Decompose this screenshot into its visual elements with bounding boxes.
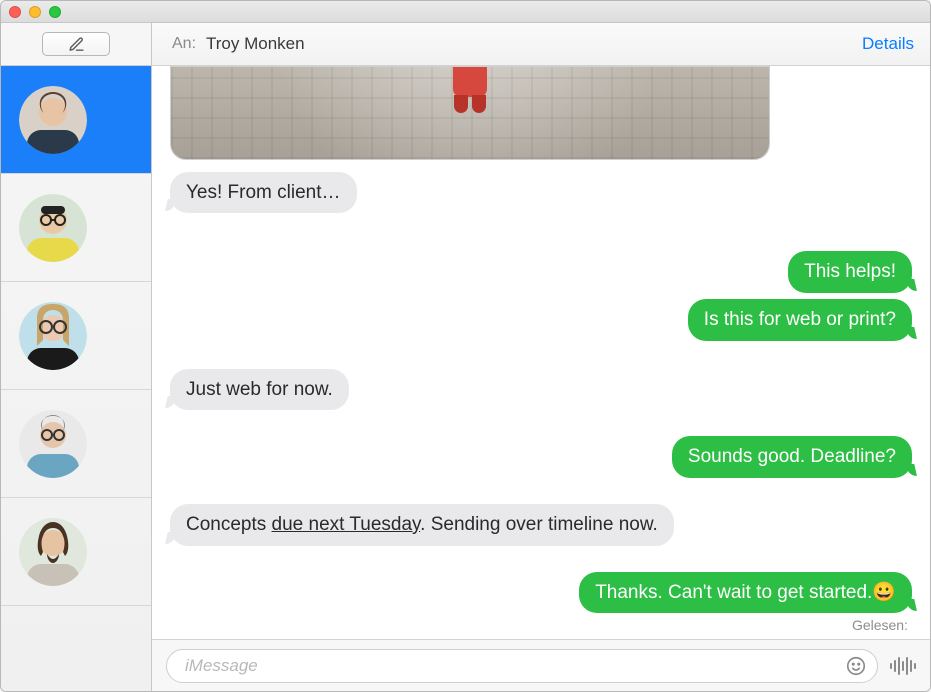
avatar [19,410,87,478]
conversation-list[interactable] [1,66,151,691]
window-body: An: Troy Monken Details Yes! From client… [1,23,930,691]
to-label: An: [172,35,196,53]
image-attachment[interactable] [170,66,770,160]
titlebar[interactable] [1,1,930,23]
message-row: Is this for web or print? [170,299,912,341]
avatar [19,194,87,262]
message-bubble-incoming[interactable]: Just web for now. [170,369,349,411]
message-bubble-outgoing[interactable]: This helps! [788,251,912,293]
compose-button[interactable] [42,32,110,56]
compose-row [1,23,151,66]
avatar [19,86,87,154]
message-bubble-outgoing[interactable]: Is this for web or print? [688,299,912,341]
details-button[interactable]: Details [862,34,914,54]
message-input[interactable] [183,655,841,677]
message-bubble-outgoing[interactable]: Thanks. Can't wait to get started.😀 [579,572,912,614]
conversation-header: An: Troy Monken Details [152,23,930,66]
message-bubble-incoming[interactable]: Concepts due next Tuesday. Sending over … [170,504,674,546]
emoji-button[interactable] [841,651,871,681]
message-row: Concepts due next Tuesday. Sending over … [170,504,912,546]
minimize-window-button[interactable] [29,6,41,18]
waveform-icon [889,655,917,677]
audio-message-button[interactable] [888,651,918,681]
smiley-icon [845,655,867,677]
window-controls [9,6,61,18]
detected-date-link[interactable]: due next Tuesday [272,514,421,535]
close-window-button[interactable] [9,6,21,18]
recipient-name[interactable]: Troy Monken [206,34,305,54]
message-bubble-outgoing[interactable]: Sounds good. Deadline? [672,436,912,478]
message-text-fragment: . Sending over timeline now. [420,514,658,535]
avatar [19,518,87,586]
conversation-item[interactable] [1,66,151,174]
conversation-item[interactable] [1,282,151,390]
message-row: This helps! [170,251,912,293]
conversation-item[interactable] [1,174,151,282]
input-bar [152,639,930,691]
messages-window: An: Troy Monken Details Yes! From client… [0,0,931,692]
compose-icon [68,36,85,53]
message-row: Thanks. Can't wait to get started.😀 [170,572,912,614]
message-bubble-incoming[interactable]: Yes! From client… [170,172,357,214]
message-text-fragment: Concepts [186,514,272,535]
message-row: Yes! From client… [170,172,912,214]
read-receipt: Gelesen: [852,617,908,633]
conversation-item[interactable] [1,498,151,606]
avatar [19,302,87,370]
zoom-window-button[interactable] [49,6,61,18]
message-field[interactable] [166,649,878,683]
message-row: Sounds good. Deadline? [170,436,912,478]
transcript[interactable]: Yes! From client… This helps! Is this fo… [152,66,930,639]
conversation-sidebar [1,23,152,691]
conversation-item[interactable] [1,390,151,498]
message-row: Just web for now. [170,369,912,411]
conversation-view: An: Troy Monken Details Yes! From client… [152,23,930,691]
